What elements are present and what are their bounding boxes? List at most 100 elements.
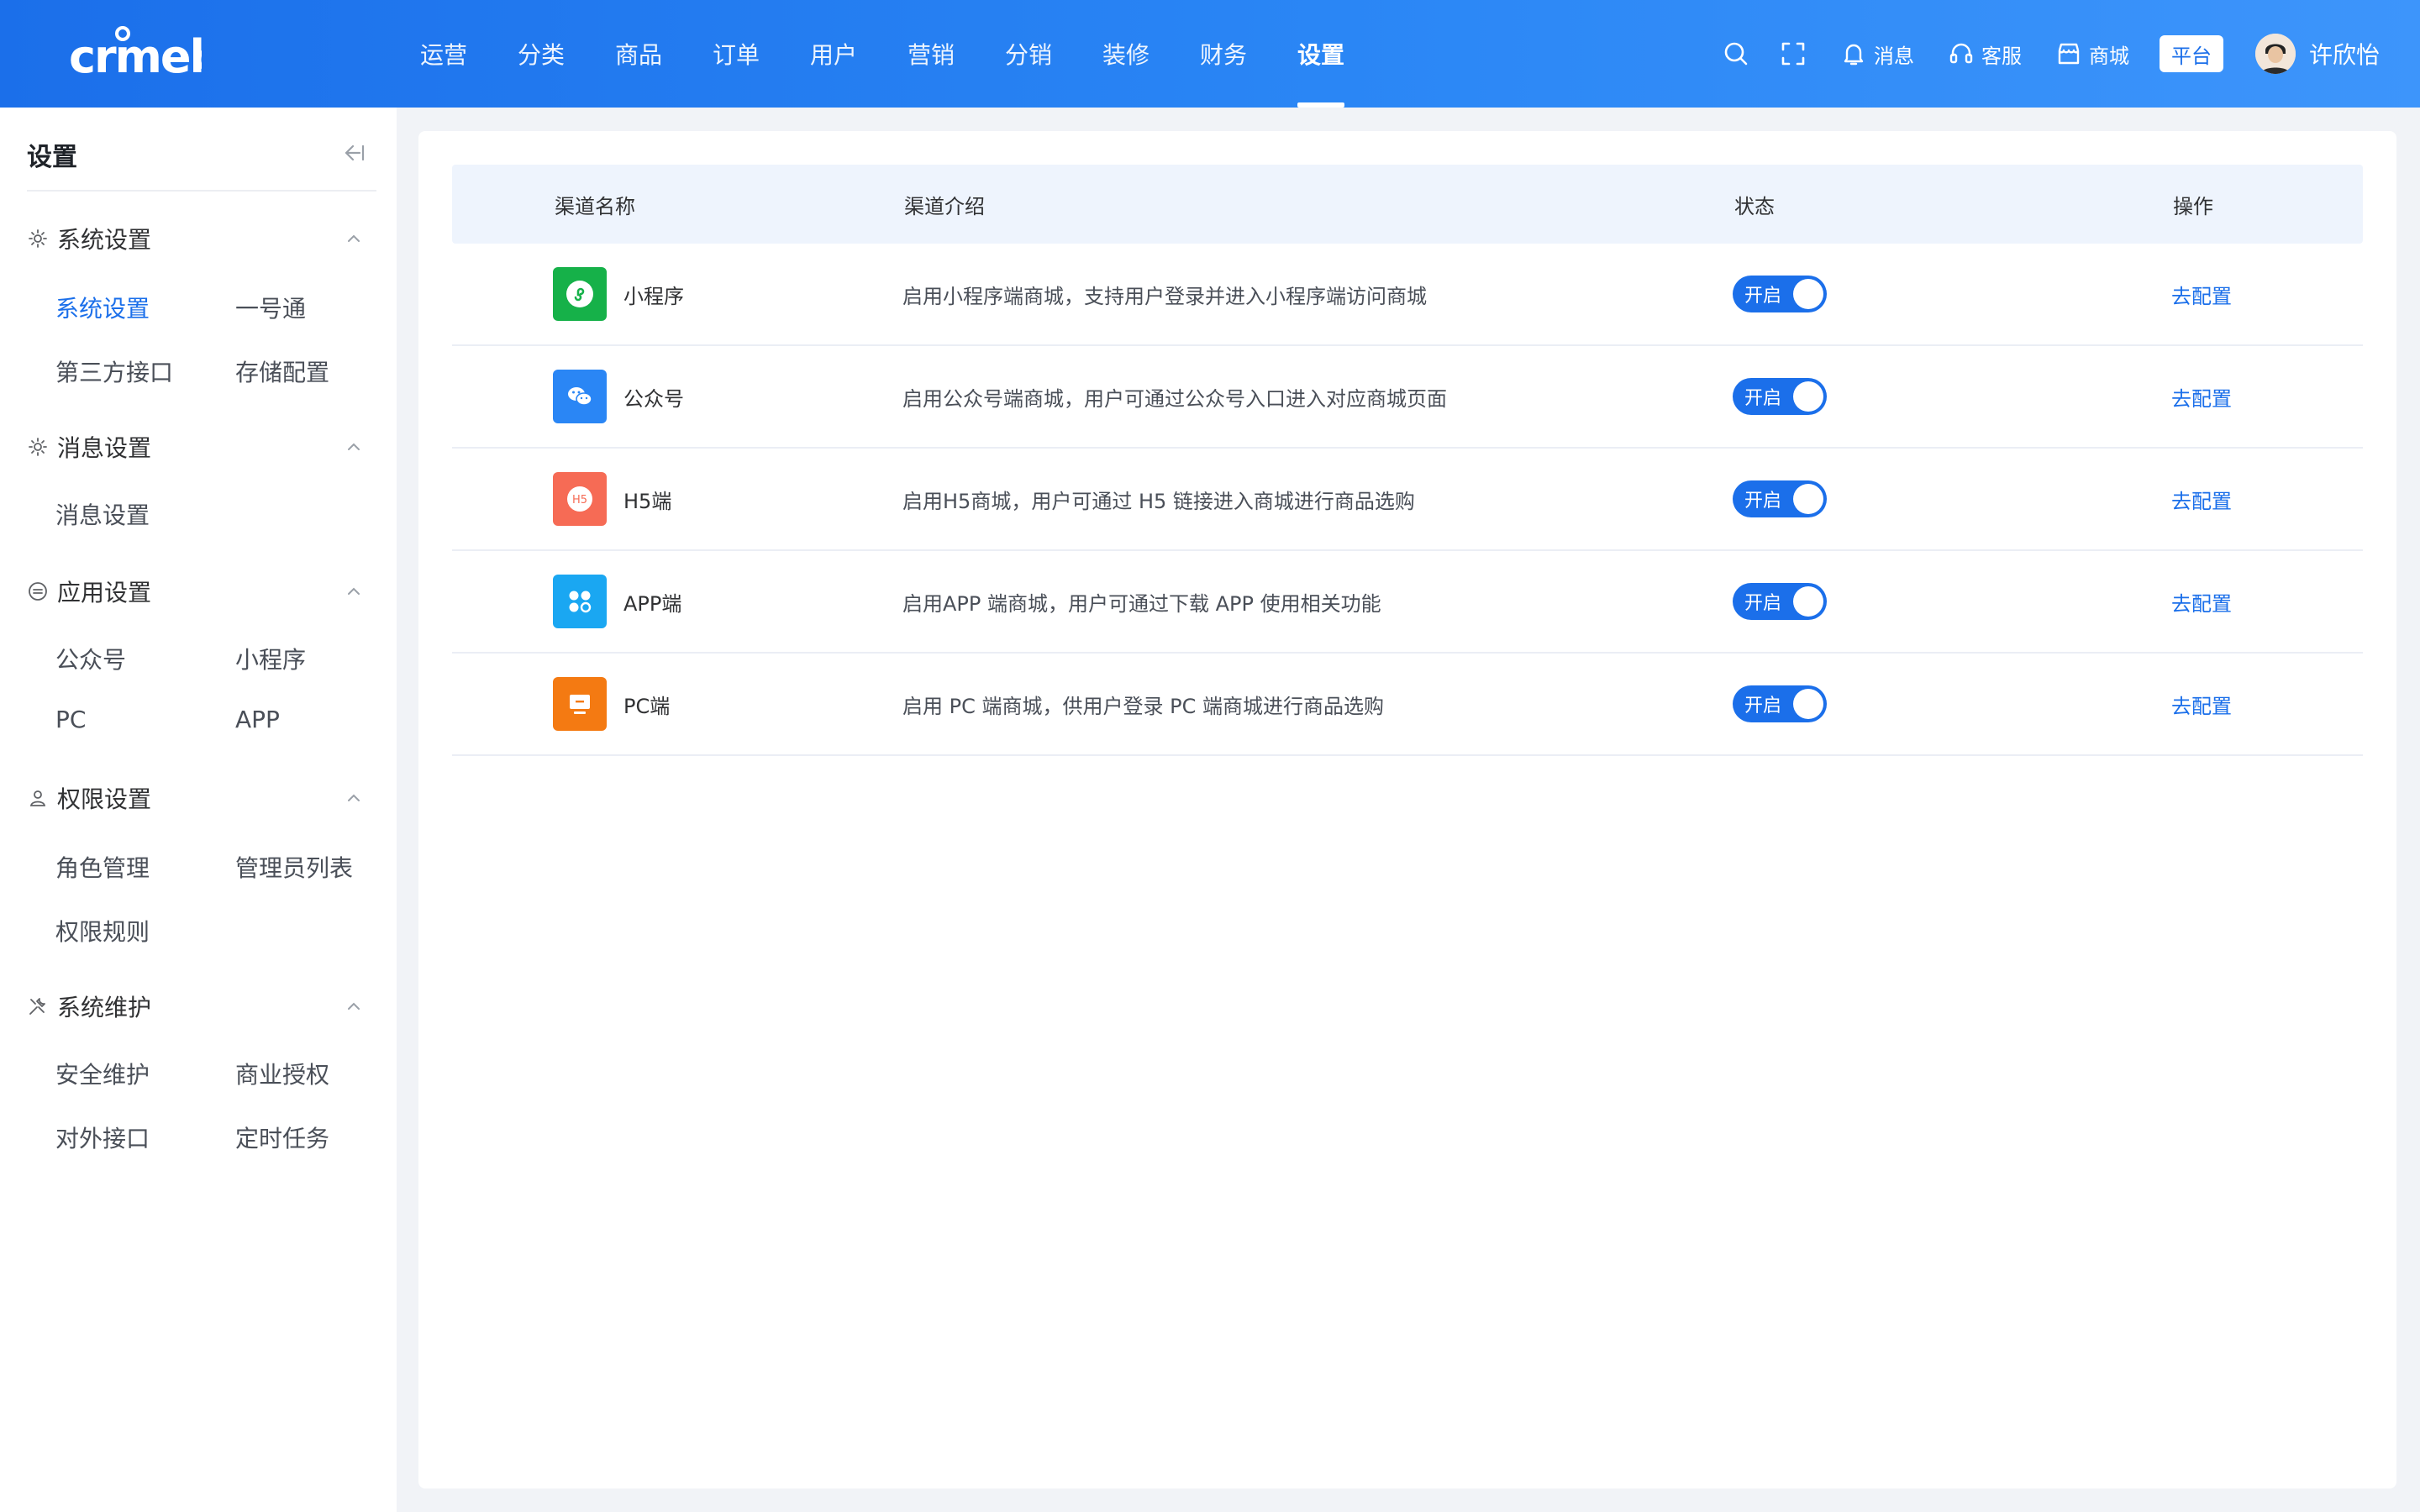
svg-text:H5: H5: [572, 494, 587, 507]
toggle-label: 开启: [1744, 286, 1782, 307]
sidebar-item-admin-list[interactable]: 管理员列表: [235, 850, 353, 884]
sidebar-item-role-management[interactable]: 角色管理: [55, 850, 150, 884]
configure-link[interactable]: 去配置: [2171, 587, 2232, 617]
sidebar-item-third-party-api[interactable]: 第三方接口: [55, 354, 173, 388]
sidebar-item-storage-config[interactable]: 存储配置: [235, 354, 329, 388]
channel-table: 渠道名称 渠道介绍 状态 操作 小程序 启用小程序端商城，支持用户登录并进入小程…: [452, 165, 2363, 756]
nav-settings[interactable]: 设置: [1272, 0, 1370, 108]
user-icon: [29, 790, 46, 806]
chevron-up-icon: [348, 443, 360, 450]
sidebar-item-yihaotong[interactable]: 一号通: [235, 291, 306, 324]
fullscreen-button[interactable]: [1780, 40, 1807, 67]
status-toggle[interactable]: 开启: [1733, 685, 1827, 722]
status-cell: 开启: [1733, 654, 1827, 754]
status-cell: 开启: [1733, 449, 1827, 549]
sidebar-item-app[interactable]: APP: [235, 706, 280, 733]
channel-name: 公众号: [623, 386, 684, 411]
app-grid-icon: [553, 575, 607, 628]
group-system-maintenance[interactable]: 系统维护: [27, 990, 376, 1023]
wechat-icon: [553, 370, 607, 423]
nav-finance[interactable]: 财务: [1175, 0, 1272, 108]
operation-cell: 去配置: [2171, 346, 2232, 447]
header-channel-desc: 渠道介绍: [904, 194, 985, 218]
avatar-image: [2254, 34, 2296, 74]
channel-name: PC端: [623, 694, 671, 718]
sidebar-item-external-api[interactable]: 对外接口: [55, 1121, 150, 1154]
group-message-settings[interactable]: 消息设置: [27, 430, 376, 464]
service-button[interactable]: 客服: [1948, 39, 2022, 69]
crmeb-logo[interactable]: crmeb: [67, 25, 202, 81]
nav-orders[interactable]: 订单: [687, 0, 785, 108]
bell-icon: [1844, 44, 1864, 66]
message-button[interactable]: 消息: [1840, 39, 1914, 69]
toggle-knob: [1793, 484, 1823, 514]
sidebar-item-mini-program[interactable]: 小程序: [235, 642, 306, 675]
status-toggle[interactable]: 开启: [1733, 480, 1827, 517]
app-icon: [29, 582, 47, 601]
sidebar-item-security[interactable]: 安全维护: [55, 1057, 150, 1090]
user-name[interactable]: 许欣怡: [2309, 37, 2380, 71]
avatar[interactable]: [2254, 34, 2296, 74]
sidebar-item-business-license[interactable]: 商业授权: [235, 1057, 329, 1090]
mall-button[interactable]: 商城: [2055, 39, 2129, 69]
sidebar-header: 设置: [27, 131, 376, 192]
channel-desc: 启用 PC 端商城，供用户登录 PC 端商城进行商品选购: [902, 694, 1384, 718]
channel-desc: 启用APP 端商城，用户可通过下载 APP 使用相关功能: [902, 591, 1381, 616]
group-permission-settings[interactable]: 权限设置: [27, 781, 376, 815]
status-toggle[interactable]: 开启: [1733, 276, 1827, 312]
store-icon: [2058, 43, 2080, 65]
sidebar-item-official-account[interactable]: 公众号: [55, 642, 126, 675]
configure-link[interactable]: 去配置: [2171, 280, 2232, 309]
nav-users[interactable]: 用户: [785, 0, 882, 108]
operation-cell: 去配置: [2171, 244, 2232, 344]
configure-link[interactable]: 去配置: [2171, 690, 2232, 719]
toggle-label: 开启: [1744, 593, 1782, 614]
sidebar-item-pc[interactable]: PC: [55, 706, 86, 733]
group-label: 系统维护: [57, 994, 152, 1021]
monitor-icon: [553, 677, 607, 731]
nav-distribution[interactable]: 分销: [980, 0, 1077, 108]
miniprogram-icon: [553, 267, 607, 321]
operation-cell: 去配置: [2171, 551, 2232, 652]
status-toggle[interactable]: 开启: [1733, 378, 1827, 415]
channel-desc: 启用小程序端商城，支持用户登录并进入小程序端访问商城: [902, 284, 1427, 308]
channel-desc: 启用H5商城，用户可通过 H5 链接进入商城进行商品选购: [902, 489, 1415, 513]
table-row: 公众号 启用公众号端商城，用户可通过公众号入口进入对应商城页面 开启 去配置: [452, 346, 2363, 449]
chevron-up-icon: [348, 234, 360, 242]
sidebar-item-permission-rules[interactable]: 权限规则: [55, 914, 150, 948]
toggle-label: 开启: [1744, 696, 1782, 717]
table-header: 渠道名称 渠道介绍 状态 操作: [452, 165, 2363, 244]
collapse-sidebar-icon[interactable]: [339, 141, 365, 165]
search-button[interactable]: [1723, 40, 1749, 67]
nav-decoration[interactable]: 装修: [1077, 0, 1175, 108]
nav-marketing[interactable]: 营销: [882, 0, 980, 108]
operation-cell: 去配置: [2171, 654, 2232, 754]
channel-name: 小程序: [623, 284, 684, 308]
header-status: 状态: [1734, 194, 1775, 218]
group-system-settings[interactable]: 系统设置: [27, 222, 376, 255]
sidebar-item-message-settings[interactable]: 消息设置: [55, 497, 150, 531]
group-label: 系统设置: [57, 226, 152, 254]
sidebar-item-system-settings[interactable]: 系统设置: [55, 291, 150, 324]
configure-link[interactable]: 去配置: [2171, 382, 2232, 412]
message-label: 消息: [1873, 44, 1914, 68]
toggle-knob: [1793, 279, 1823, 309]
nav-category[interactable]: 分类: [492, 0, 590, 108]
table-row: PC端 启用 PC 端商城，供用户登录 PC 端商城进行商品选购 开启 去配置: [452, 654, 2363, 756]
status-cell: 开启: [1733, 244, 1827, 344]
platform-tag[interactable]: 平台: [2159, 35, 2223, 72]
search-icon: [1724, 42, 1748, 66]
group-app-settings[interactable]: 应用设置: [27, 575, 376, 608]
status-toggle[interactable]: 开启: [1733, 583, 1827, 620]
sidebar-item-scheduled-tasks[interactable]: 定时任务: [235, 1121, 329, 1154]
headset-icon: [1949, 43, 1973, 64]
channel-name-cell: 公众号: [553, 346, 684, 447]
nav-products[interactable]: 商品: [590, 0, 687, 108]
operation-cell: 去配置: [2171, 449, 2232, 549]
mall-label: 商城: [2088, 44, 2129, 68]
nav-operations[interactable]: 运营: [395, 0, 492, 108]
configure-link[interactable]: 去配置: [2171, 485, 2232, 514]
channel-name-cell: H5 H5端: [553, 449, 671, 549]
header-actions: 消息 客服 商城 平台 许欣怡: [1723, 0, 2380, 108]
channel-desc: 启用公众号端商城，用户可通过公众号入口进入对应商城页面: [902, 386, 1447, 411]
